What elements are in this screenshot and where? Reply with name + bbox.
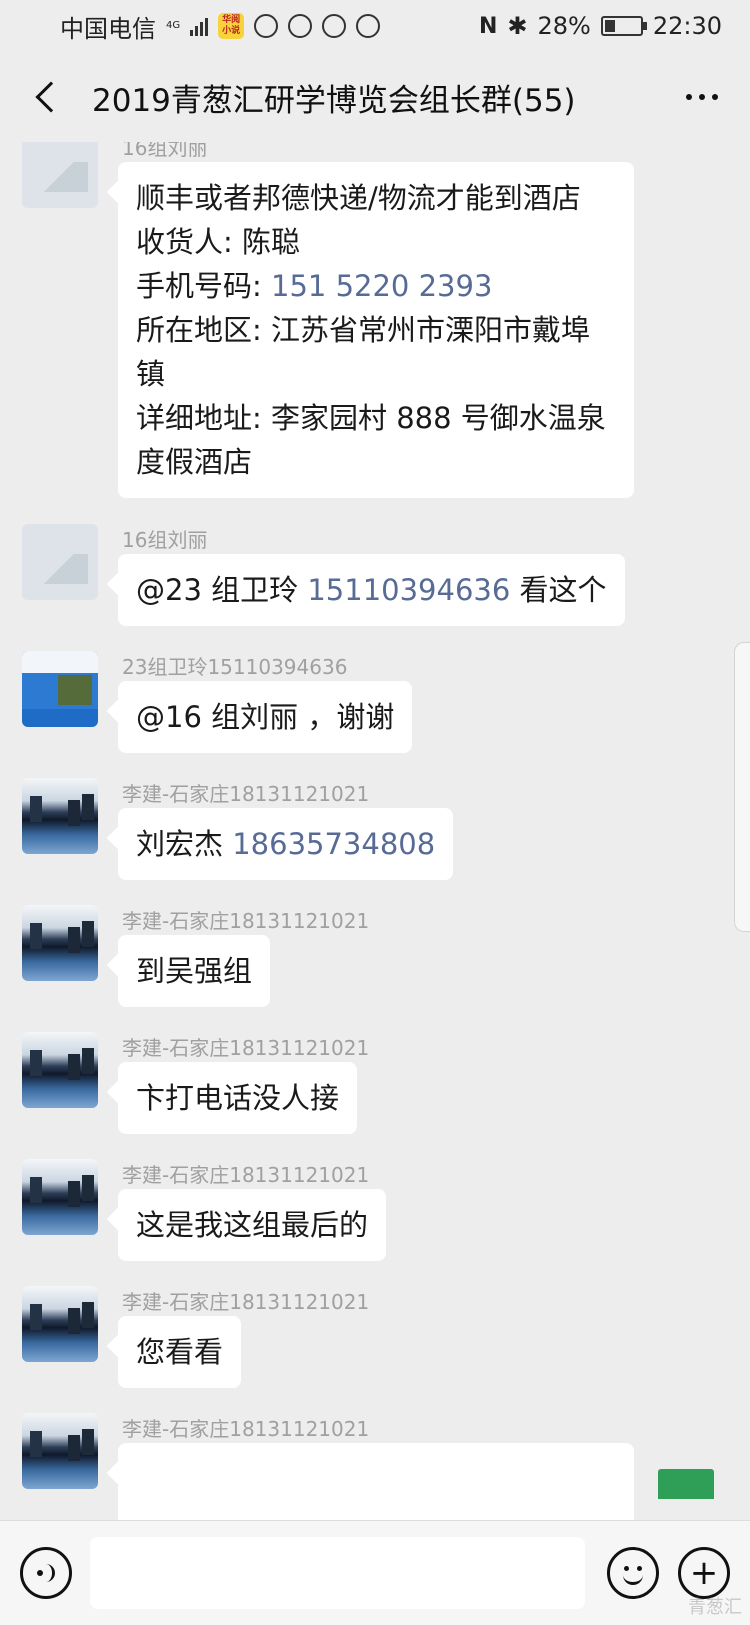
avatar[interactable] — [22, 778, 98, 854]
battery-percent: 28% — [537, 12, 591, 40]
message-bubble[interactable]: 卞打电话没人接 — [118, 1062, 358, 1134]
sender-name: 李建-石家庄18131121021 — [122, 1417, 370, 1441]
message-text: 这是我这组最后的 — [136, 1208, 369, 1242]
plus-icon: + — [689, 1553, 719, 1593]
file-message-bubble[interactable] — [118, 1443, 714, 1520]
message-bubble[interactable]: 到吴强组 — [118, 935, 271, 1007]
sender-name: 16组刘丽 — [122, 142, 208, 160]
status-right: N ✱ 28% 22:30 — [479, 12, 722, 40]
message-text: 到吴强组 — [136, 954, 253, 988]
message-text: 看这个 — [510, 573, 607, 607]
avatar[interactable] — [22, 1032, 98, 1108]
message-line: @23 组卫玲 15110394636 看这个 — [136, 568, 607, 612]
message-line: 顺丰或者邦德快递/物流才能到酒店 — [136, 181, 581, 215]
emoji-button[interactable] — [607, 1547, 659, 1599]
bird-icon — [322, 14, 347, 38]
shield-icon — [288, 14, 313, 38]
avatar[interactable] — [22, 142, 98, 208]
more-dot — [712, 94, 718, 100]
spreadsheet-file-icon — [658, 1469, 714, 1499]
message-text: 刘宏杰 — [136, 827, 233, 861]
input-bar: + 青葱汇 — [0, 1520, 750, 1625]
avatar[interactable] — [22, 651, 98, 727]
sender-name: 23组卫玲15110394636 — [122, 655, 348, 679]
message-text: 卞打电话没人接 — [136, 1081, 340, 1115]
voice-button[interactable] — [20, 1547, 72, 1599]
mountain-icon — [32, 162, 88, 192]
message-bubble[interactable]: 顺丰或者邦德快递/物流才能到酒店 收货人: 陈聪 手机号码: 151 5220 … — [118, 162, 634, 498]
reader-app-icon: 华阅小说 — [218, 13, 245, 39]
avatar-card-header — [22, 651, 98, 673]
message-line: 所在地区: 江苏省常州市溧阳市戴埠 — [136, 313, 590, 347]
avatar[interactable] — [22, 1286, 98, 1362]
chat-header: 2019青葱汇研学博览会组长群(55) — [0, 52, 750, 142]
sender-name: 李建-石家庄18131121021 — [122, 782, 370, 806]
bluetooth-icon: ✱ — [507, 12, 528, 40]
message-line: 镇 — [136, 357, 166, 391]
avatar[interactable] — [22, 1159, 98, 1235]
message-text: @16 组刘丽 ，谢谢 — [136, 700, 395, 734]
sender-name: 李建-石家庄18131121021 — [122, 909, 370, 933]
battery-fill — [604, 20, 615, 32]
battery-icon — [600, 16, 647, 36]
clock: 22:30 — [652, 12, 722, 40]
message-line: 刘宏杰 18635734808 — [136, 822, 435, 866]
phone-link[interactable]: 151 5220 2393 — [271, 269, 492, 303]
message-bubble[interactable]: @23 组卫玲 15110394636 看这个 — [118, 554, 625, 626]
sender-name: 16组刘丽 — [122, 528, 208, 552]
message-line: 度假酒店 — [136, 445, 253, 479]
sender-name: 李建-石家庄18131121021 — [122, 1290, 370, 1314]
nfc-icon: N — [478, 13, 498, 39]
phone-link[interactable]: 18635734808 — [232, 827, 435, 861]
chevron-left-icon — [35, 81, 67, 113]
message-bubble[interactable]: 刘宏杰 18635734808 — [118, 808, 454, 880]
watermark: 青葱汇 — [688, 1597, 742, 1618]
message-line: 收货人: 陈聪 — [136, 225, 300, 259]
mention-text: @23 组卫玲 — [136, 573, 308, 607]
status-bar: 中国电信 4G 华阅小说 N ✱ 28% 22:30 — [0, 0, 750, 52]
status-left: 中国电信 4G 华阅小说 — [60, 9, 381, 44]
message-bubble[interactable]: 您看看 — [118, 1316, 242, 1388]
message-bubble[interactable]: 这是我这组最后的 — [118, 1189, 387, 1261]
message-text: 手机号码: — [136, 269, 271, 303]
back-button[interactable] — [24, 67, 68, 127]
more-dot — [699, 94, 705, 100]
message-bubble[interactable]: @16 组刘丽 ，谢谢 — [118, 681, 413, 753]
message-line: 详细地址: 李家园村 888 号御水温泉 — [136, 401, 606, 435]
message-input[interactable] — [90, 1537, 585, 1609]
wechat-icon — [254, 14, 279, 38]
chat-list[interactable]: 16组刘丽 顺丰或者邦德快递/物流才能到酒店 收货人: 陈聪 手机号码: 151… — [0, 142, 750, 1520]
voice-icon — [37, 1564, 55, 1582]
more-button[interactable] — [678, 84, 726, 110]
carrier-label: 中国电信 — [60, 14, 156, 43]
avatar[interactable] — [22, 524, 98, 600]
message-line: 手机号码: 151 5220 2393 — [136, 264, 616, 308]
signal-icon — [190, 16, 209, 36]
phone-link[interactable]: 15110394636 — [307, 573, 510, 607]
mountain-icon — [32, 554, 88, 584]
message-text: 您看看 — [136, 1335, 224, 1369]
scroll-handle[interactable] — [734, 642, 750, 932]
hexagon-icon — [356, 14, 381, 38]
sender-name: 李建-石家庄18131121021 — [122, 1163, 370, 1187]
sender-name: 李建-石家庄18131121021 — [122, 1036, 370, 1060]
chat-title: 2019青葱汇研学博览会组长群(55) — [92, 82, 576, 119]
avatar[interactable] — [22, 905, 98, 981]
plus-button[interactable]: + — [678, 1547, 730, 1599]
avatar-card-photo — [58, 675, 92, 705]
more-dot — [686, 94, 692, 100]
avatar[interactable] — [22, 1413, 98, 1489]
network-type: 4G — [166, 20, 181, 31]
emoji-icon — [618, 1558, 648, 1588]
